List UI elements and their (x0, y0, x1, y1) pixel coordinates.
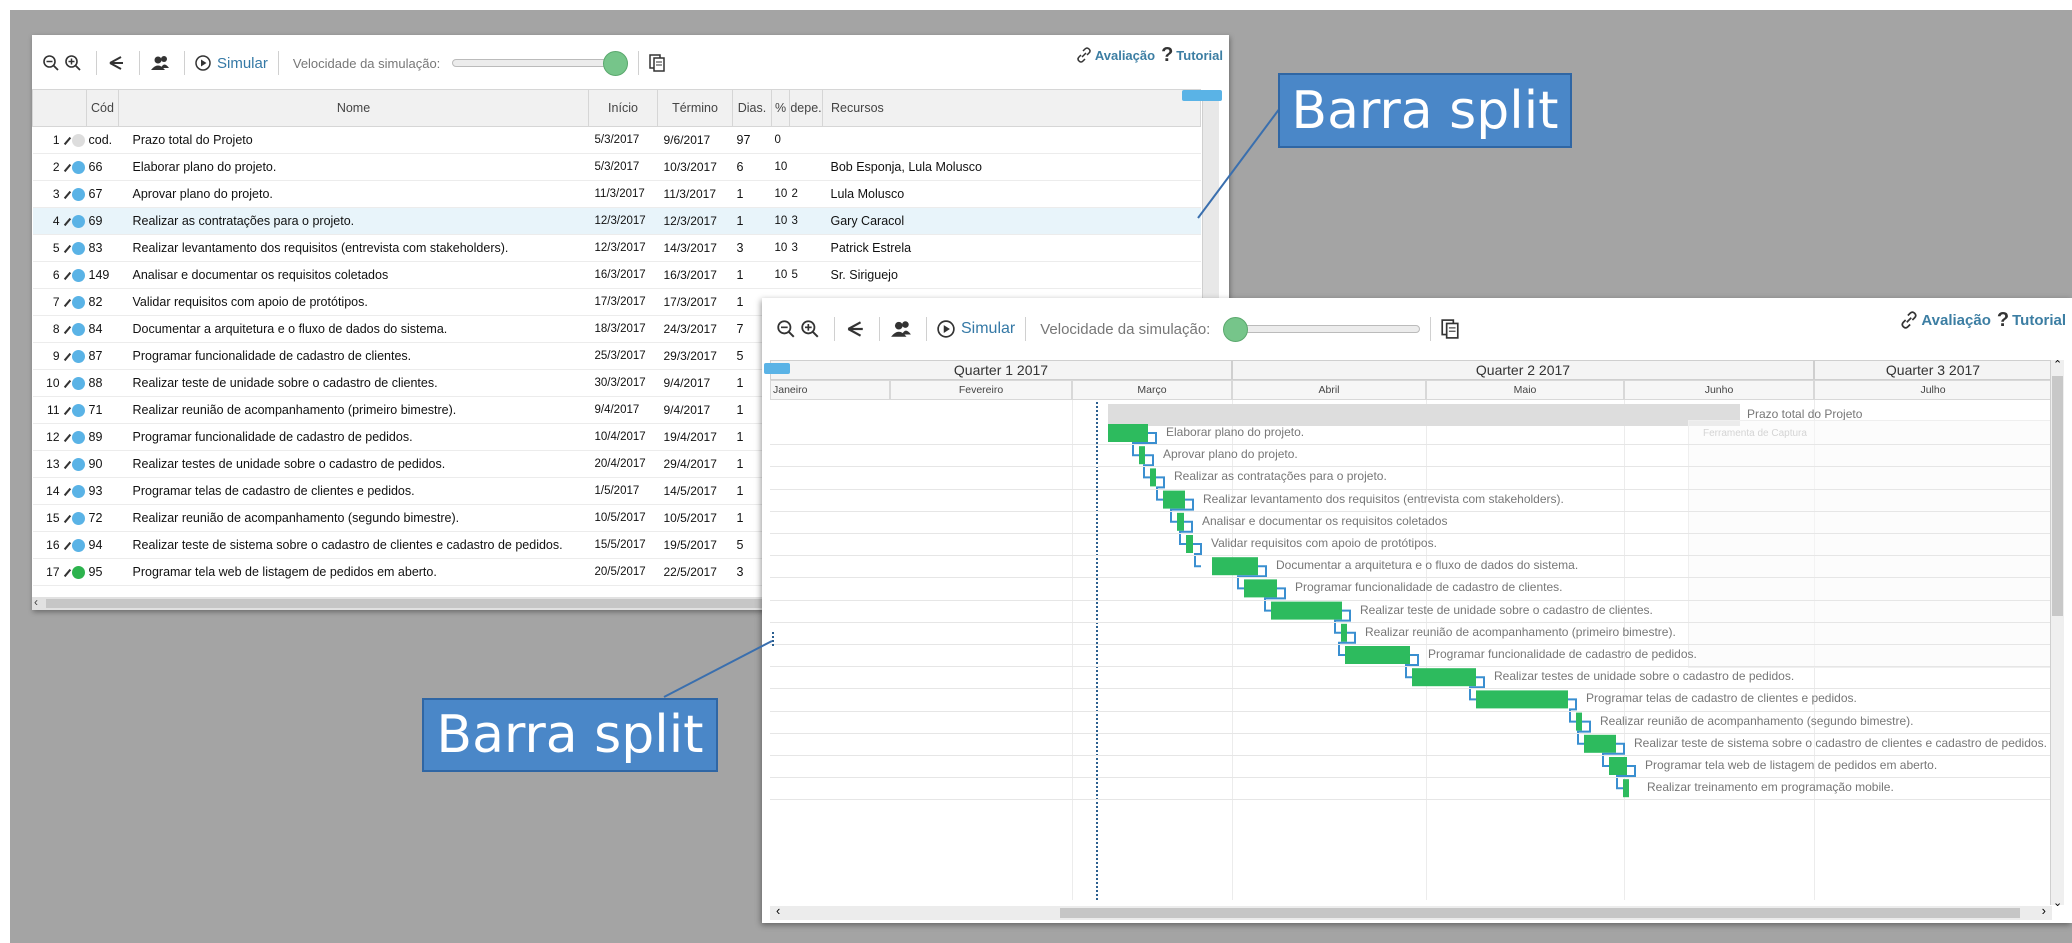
callout-pointers (663, 107, 1281, 698)
callout-pointer-bottom (663, 640, 773, 698)
callout-split-bar-top: Barra split (1278, 73, 1572, 148)
callout-pointer-top (1197, 107, 1281, 219)
callout-split-bar-bottom: Barra split (422, 698, 718, 772)
